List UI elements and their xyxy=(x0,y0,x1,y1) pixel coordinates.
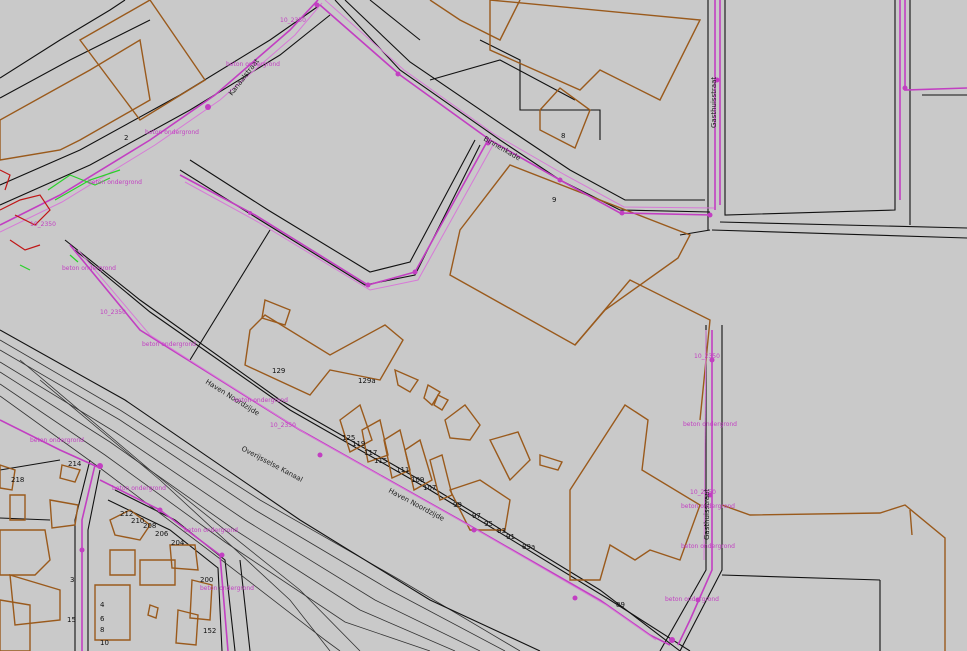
house-number: 8 xyxy=(100,626,104,634)
house-number: 9 xyxy=(552,196,556,204)
cable-label: beton ondergrond xyxy=(88,179,142,186)
house-number: 15 xyxy=(67,616,76,624)
map-background xyxy=(0,0,967,651)
house-number: 218 xyxy=(11,476,24,484)
house-number: 109 xyxy=(411,476,424,484)
cable-label: beton ondergrond xyxy=(226,61,280,68)
house-number: 208 xyxy=(143,522,156,530)
house-number: 89a xyxy=(522,543,535,551)
house-number: 95 xyxy=(484,520,493,528)
house-number: 4 xyxy=(100,601,105,609)
cable-code: 10_2350 xyxy=(100,309,126,316)
house-number: 111 xyxy=(396,466,409,474)
house-number: 129 xyxy=(272,367,285,375)
house-number: 214 xyxy=(68,460,82,468)
cable-label: beton ondergrond xyxy=(681,543,735,550)
street-label-gasthuisstraat-2: Gasthuisstraat xyxy=(703,489,711,540)
cable-label: beton ondergrond xyxy=(665,596,719,603)
cable-label: beton ondergrond xyxy=(683,421,737,428)
cable-label: beton ondergrond xyxy=(112,485,166,492)
cable-code: 10_2350 xyxy=(280,17,306,24)
house-number: 119 xyxy=(352,440,365,448)
street-label-gasthuisstraat-1: Gasthuisstraat xyxy=(710,77,718,128)
house-number: 200 xyxy=(200,576,213,584)
house-number: 204 xyxy=(171,539,185,547)
cable-label: beton ondergrond xyxy=(184,527,238,534)
house-number: 117 xyxy=(364,449,377,457)
cable-label: beton ondergrond xyxy=(681,503,735,510)
house-number: 129a xyxy=(358,377,376,385)
house-number: 99 xyxy=(453,501,462,509)
cable-code: 10_2350 xyxy=(694,353,720,360)
map-canvas[interactable]: Kanaalstraat Overijsselse Kanaal Haven N… xyxy=(0,0,967,651)
house-number: 152 xyxy=(203,627,216,635)
house-number: 10 xyxy=(100,639,109,647)
house-number: 89 xyxy=(616,601,625,609)
cable-label: beton ondergrond xyxy=(145,129,199,136)
house-number: 107 xyxy=(423,484,436,492)
house-number: 6 xyxy=(100,615,105,623)
cable-code: 10_2350 xyxy=(270,422,296,429)
cable-label: beton ondergrond xyxy=(30,437,84,444)
house-number: 8 xyxy=(561,132,565,140)
house-number: 91 xyxy=(506,533,515,541)
house-number: 2 xyxy=(124,134,128,142)
house-number: 3 xyxy=(70,576,74,584)
cable-label: beton ondergrond xyxy=(234,397,288,404)
cable-label: beton ondergrond xyxy=(200,585,254,592)
cable-code: 10_2350 xyxy=(30,221,56,228)
cable-code: 10_2350 xyxy=(690,489,716,496)
house-number: 97 xyxy=(472,512,481,520)
cable-label: beton ondergrond xyxy=(142,341,196,348)
house-number: 93 xyxy=(497,527,506,535)
house-number: 206 xyxy=(155,530,169,538)
cable-label: beton ondergrond xyxy=(62,265,116,272)
house-number: 115 xyxy=(374,457,387,465)
